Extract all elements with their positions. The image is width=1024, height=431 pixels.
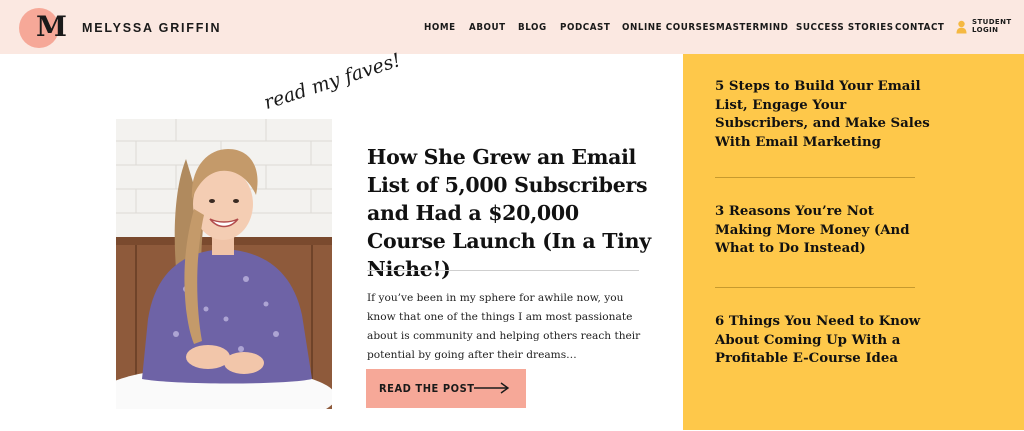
featured-post-title[interactable]: How She Grew an Email List of 5,000 Subs… xyxy=(367,143,652,283)
sidebar-divider xyxy=(715,177,915,178)
related-posts-sidebar: 5 Steps to Build Your Email List, Engage… xyxy=(683,54,1024,430)
sidebar-post-make-more-money[interactable]: 3 Reasons You’re Not Making More Money (… xyxy=(715,203,930,259)
nav-success-stories[interactable]: SUCCESS STORIES xyxy=(796,20,894,36)
featured-photo[interactable] xyxy=(116,119,332,409)
nav-contact[interactable]: CONTACT xyxy=(895,20,944,36)
read-the-post-button[interactable]: READ THE POST xyxy=(366,369,526,408)
portrait-image xyxy=(116,119,332,409)
sidebar-post-ecourse-idea[interactable]: 6 Things You Need to Know About Coming U… xyxy=(715,313,930,369)
nav-mastermind[interactable]: MASTERMIND xyxy=(716,20,788,36)
title-divider xyxy=(367,270,639,271)
student-login-link[interactable]: STUDENT LOGIN xyxy=(972,18,1012,34)
nav-podcast[interactable]: PODCAST xyxy=(560,20,610,36)
user-icon[interactable] xyxy=(956,20,967,34)
nav-blog[interactable]: BLOG xyxy=(518,20,547,36)
main-nav: HOME ABOUT BLOG PODCAST ONLINE COURSES M… xyxy=(0,20,1024,36)
login-line-1: STUDENT xyxy=(972,18,1012,26)
featured-post-excerpt: If you’ve been in my sphere for awhile n… xyxy=(367,292,641,361)
read-the-post-label: READ THE POST xyxy=(379,382,475,395)
read-my-faves-script: read my faves! xyxy=(261,49,404,115)
sidebar-divider xyxy=(715,287,915,288)
sidebar-post-email-marketing[interactable]: 5 Steps to Build Your Email List, Engage… xyxy=(715,78,930,152)
nav-about[interactable]: ABOUT xyxy=(469,20,506,36)
long-arrow-right-icon xyxy=(474,382,510,394)
login-line-2: LOGIN xyxy=(972,26,999,34)
nav-online-courses[interactable]: ONLINE COURSES xyxy=(622,20,716,36)
site-header: M MELYSSA GRIFFIN HOME ABOUT BLOG PODCAS… xyxy=(0,0,1024,54)
nav-home[interactable]: HOME xyxy=(424,20,456,36)
